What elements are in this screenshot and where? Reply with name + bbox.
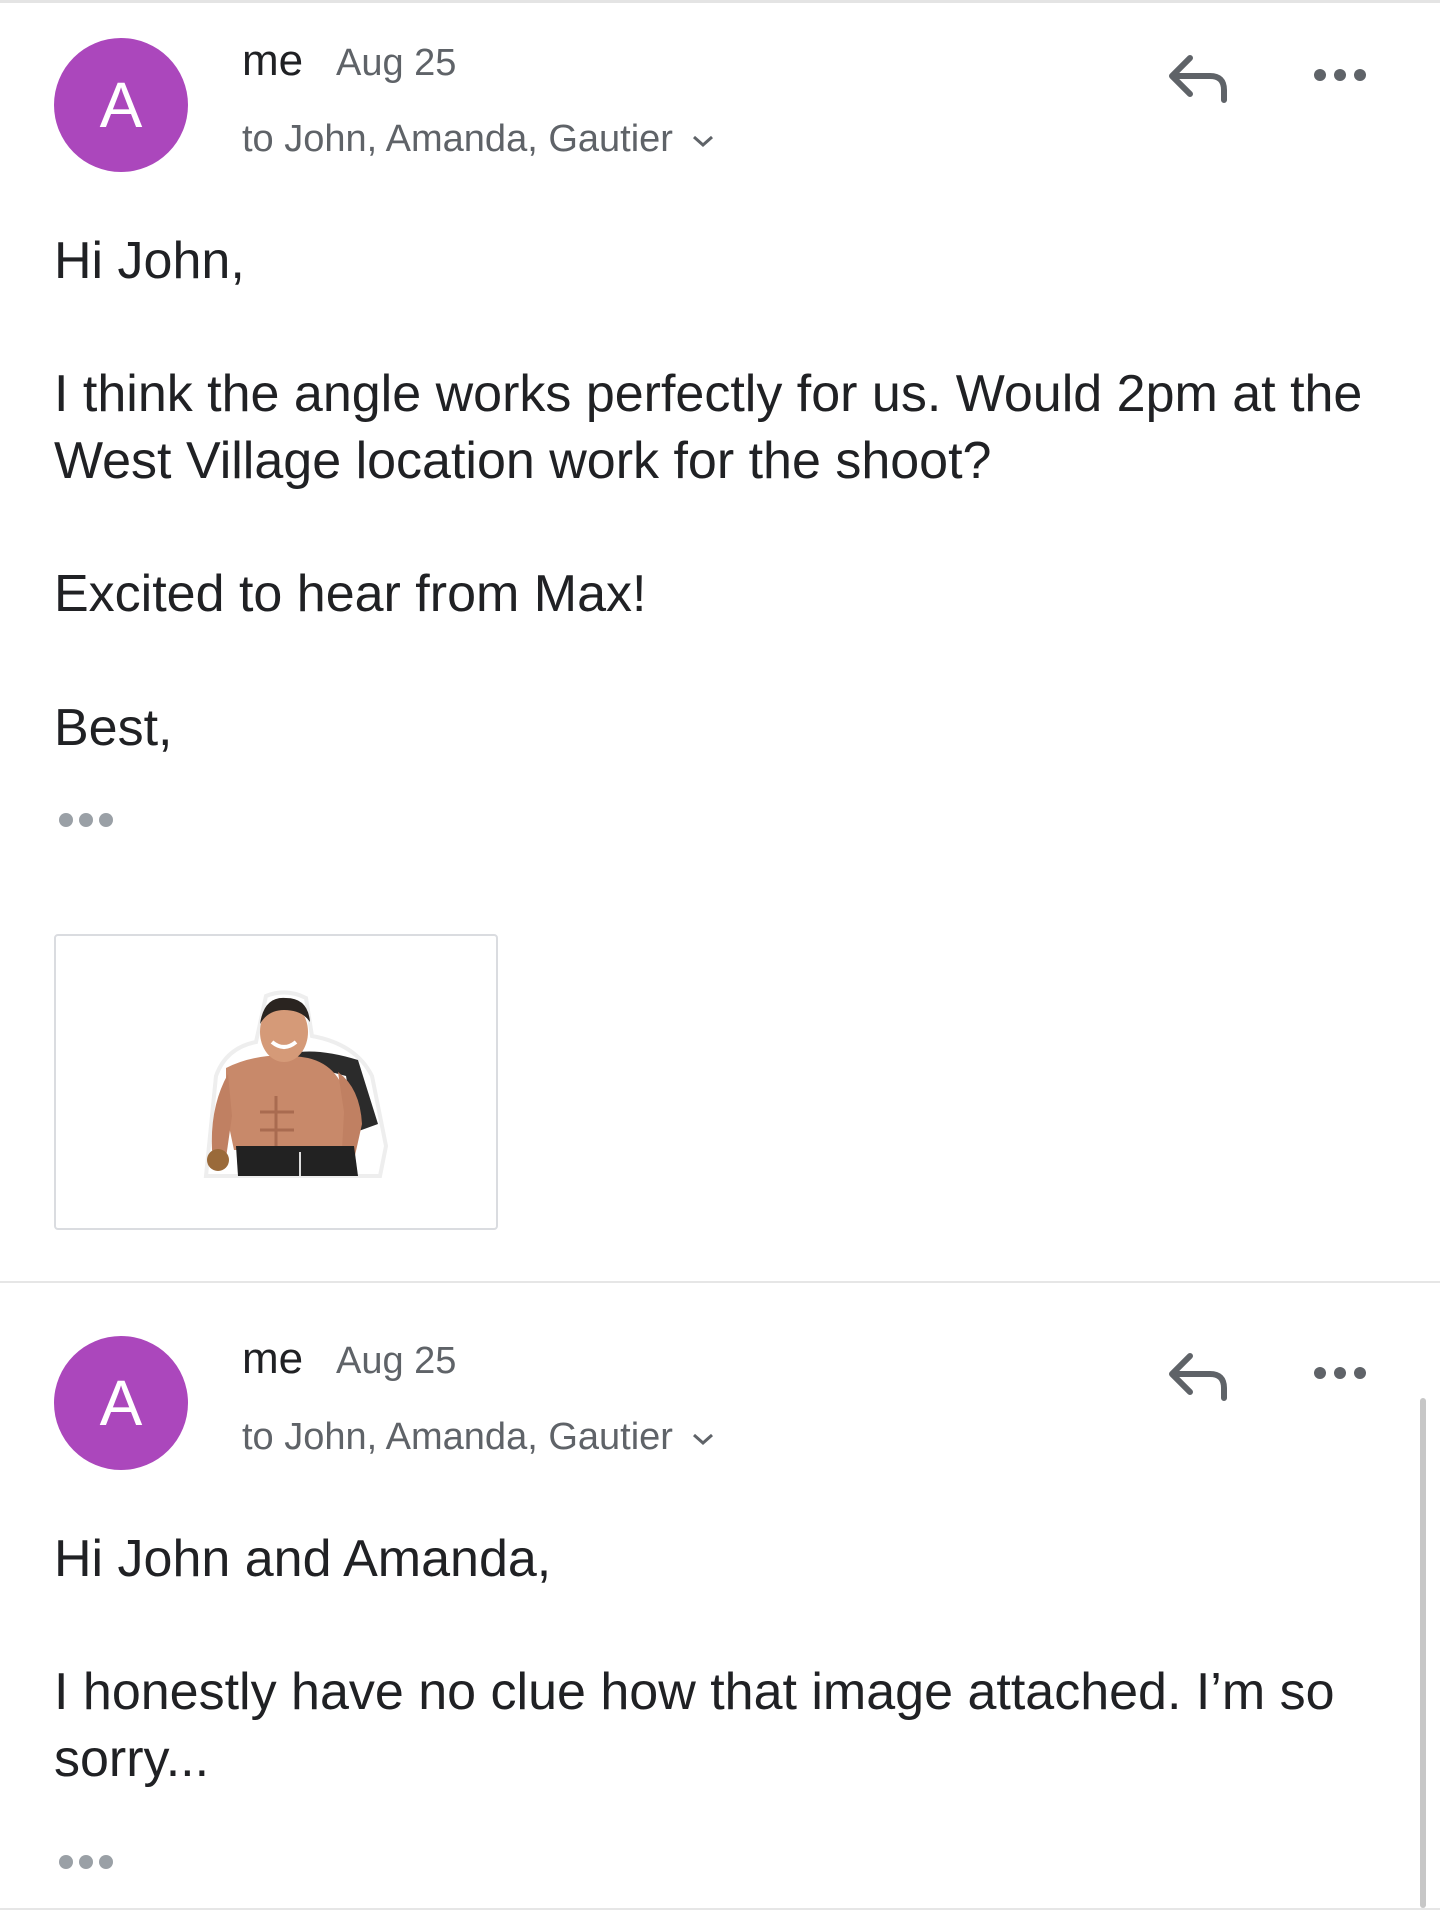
top-divider — [0, 0, 1440, 3]
sender-name[interactable]: me — [242, 1334, 303, 1384]
more-options-icon[interactable] — [1310, 60, 1370, 90]
scrollbar[interactable] — [1420, 1398, 1426, 1908]
body-signoff: Best, — [54, 699, 173, 757]
chevron-down-icon — [692, 1433, 713, 1445]
avatar[interactable]: A — [54, 38, 188, 172]
message-divider — [0, 1281, 1440, 1283]
image-attachment[interactable] — [54, 934, 498, 1230]
body-greeting: Hi John and Amanda, — [54, 1530, 552, 1588]
more-options-icon[interactable] — [1310, 1358, 1370, 1388]
chevron-down-icon — [692, 135, 713, 147]
body-paragraph: I honestly have no clue how that image a… — [54, 1663, 1335, 1788]
recipients-toggle[interactable]: to John, Amanda, Gautier — [242, 118, 716, 161]
recipients-toggle[interactable]: to John, Amanda, Gautier — [242, 1416, 716, 1459]
body-paragraph: Excited to hear from Max! — [54, 565, 647, 623]
body-greeting: Hi John, — [54, 232, 245, 290]
message-date: Aug 25 — [336, 1340, 457, 1382]
reply-icon[interactable] — [1164, 1346, 1234, 1406]
attachment-thumbnail-photo — [203, 990, 389, 1178]
message-date: Aug 25 — [336, 42, 457, 84]
body-paragraph: I think the angle works perfectly for us… — [54, 365, 1363, 490]
sender-name[interactable]: me — [242, 36, 303, 86]
recipients-label: to John, Amanda, Gautier — [242, 1416, 673, 1458]
show-trimmed-content-icon[interactable] — [56, 1850, 120, 1874]
show-trimmed-content-icon[interactable] — [56, 808, 120, 832]
recipients-label: to John, Amanda, Gautier — [242, 118, 673, 160]
reply-icon[interactable] — [1164, 48, 1234, 108]
avatar[interactable]: A — [54, 1336, 188, 1470]
bottom-divider — [0, 1908, 1440, 1910]
